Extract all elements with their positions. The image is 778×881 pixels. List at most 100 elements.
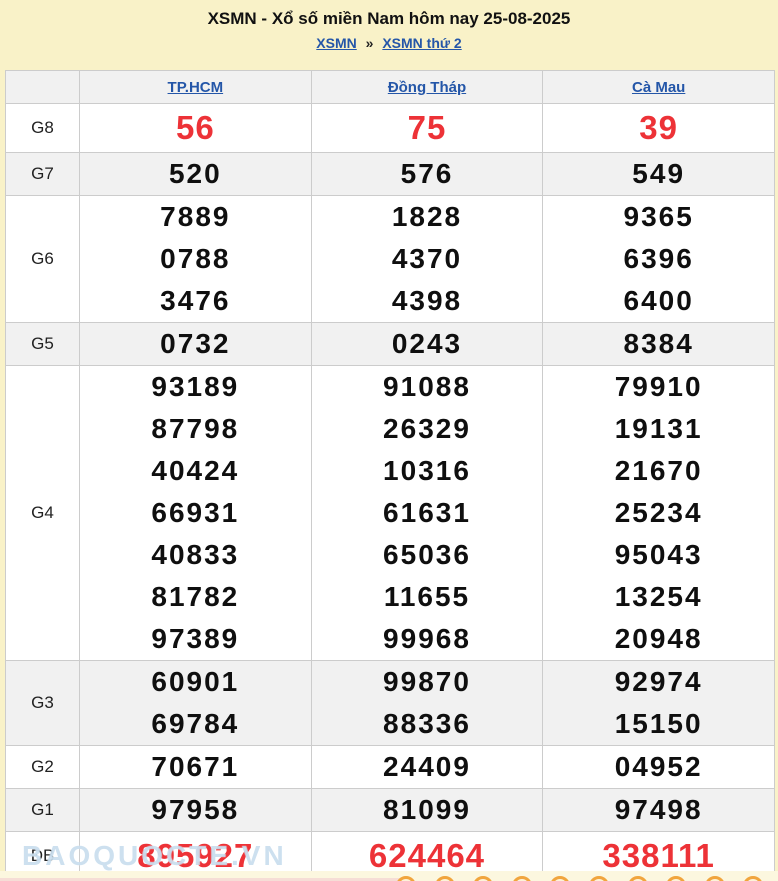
prize-value: 93189 bbox=[151, 371, 240, 402]
table-row: G1 97958 81099 97498 bbox=[5, 788, 775, 832]
table-row: G5 0732 0243 8384 bbox=[5, 322, 775, 366]
prize-cell: 0243 bbox=[310, 322, 544, 366]
prize-value: 10316 bbox=[383, 455, 471, 486]
prize-value: 6400 bbox=[623, 285, 694, 316]
prize-value: 13254 bbox=[614, 581, 703, 612]
table-row: G4 93189 87798 40424 66931 40833 81782 97389 910… bbox=[5, 365, 775, 661]
breadcrumb: XSMN » XSMN thứ 2 bbox=[0, 33, 778, 53]
header-empty-cell bbox=[5, 70, 80, 104]
prize-cell: 520 bbox=[79, 152, 312, 196]
lottery-results-table: TP.HCM Đồng Tháp Cà Mau G8 56 75 39 G7 520 576… bbox=[5, 70, 775, 881]
prize-value: 6396 bbox=[623, 243, 694, 274]
prize-value: 88336 bbox=[383, 708, 471, 739]
prize-cell: 1828 4370 4398 bbox=[310, 195, 544, 323]
prize-value: 1828 bbox=[391, 201, 463, 232]
prize-value: 40833 bbox=[151, 539, 240, 570]
prize-cell: 0732 bbox=[79, 322, 312, 366]
prize-cell: 92974 15150 bbox=[542, 660, 775, 746]
prize-value: 04952 bbox=[614, 751, 703, 782]
prize-value: 576 bbox=[400, 158, 454, 189]
lotto-ball-top-icon bbox=[396, 876, 416, 881]
prize-cell: 91088 26329 10316 61631 65036 11655 99968 bbox=[310, 365, 544, 661]
prize-label: G1 bbox=[5, 788, 80, 832]
prize-cell: 549 bbox=[542, 152, 775, 196]
prize-value: 81782 bbox=[151, 581, 240, 612]
prize-value: 549 bbox=[632, 158, 686, 189]
prize-value: 15150 bbox=[614, 708, 703, 739]
lotto-ball-top-icon bbox=[473, 876, 494, 881]
prize-value: 75 bbox=[407, 109, 447, 146]
prize-value: 99870 bbox=[383, 666, 471, 697]
prize-value: 0243 bbox=[391, 328, 463, 359]
header-col-dong-thap: Đồng Tháp bbox=[310, 70, 544, 104]
lotto-ball-top-icon bbox=[743, 876, 764, 881]
province-link-ca-mau[interactable]: Cà Mau bbox=[632, 79, 685, 96]
prize-value: 40424 bbox=[151, 455, 240, 486]
prize-value: 0732 bbox=[160, 328, 231, 359]
prize-cell: 9365 6396 6400 bbox=[542, 195, 775, 323]
prize-value: 60901 bbox=[151, 666, 240, 697]
lotto-ball-top-icon bbox=[589, 876, 609, 881]
prize-cell: 576 bbox=[310, 152, 544, 196]
prize-value: 11655 bbox=[383, 581, 471, 612]
lotto-ball-top-icon bbox=[627, 876, 648, 881]
prize-value: 95043 bbox=[614, 539, 703, 570]
province-link-tphcm[interactable]: TP.HCM bbox=[168, 79, 224, 96]
page-title: XSMN - Xổ số miền Nam hôm nay 25-08-2025 bbox=[207, 9, 571, 28]
prize-cell: 81099 bbox=[310, 788, 544, 832]
prize-cell: 75 bbox=[310, 103, 544, 153]
prize-value: 26329 bbox=[383, 413, 471, 444]
prize-value: 81099 bbox=[383, 794, 471, 825]
breadcrumb-link-xsmn[interactable]: XSMN bbox=[316, 35, 356, 51]
prize-value: 87798 bbox=[151, 413, 240, 444]
header-row: TP.HCM Đồng Tháp Cà Mau bbox=[5, 70, 775, 104]
prize-value: 20948 bbox=[614, 623, 703, 654]
table-row: G8 56 75 39 bbox=[5, 103, 775, 153]
prize-label: G7 bbox=[5, 152, 80, 196]
prize-value: 3476 bbox=[160, 285, 231, 316]
table-row: G6 7889 0788 3476 1828 4370 4398 9365 6396 6400 bbox=[5, 195, 775, 323]
breadcrumb-link-xsmn-thu-2[interactable]: XSMN thứ 2 bbox=[382, 35, 461, 51]
prize-value: 4370 bbox=[391, 243, 463, 274]
prize-value: 79910 bbox=[614, 371, 703, 402]
lotto-ball-top-icon bbox=[704, 876, 725, 881]
province-link-dong-thap[interactable]: Đồng Tháp bbox=[388, 79, 466, 96]
prize-value: 92974 bbox=[614, 666, 703, 697]
prize-value: 66931 bbox=[151, 497, 240, 528]
prize-value: 99968 bbox=[383, 623, 471, 654]
prize-cell: 79910 19131 21670 25234 95043 13254 20948 bbox=[542, 365, 775, 661]
table-row: G2 70671 24409 04952 bbox=[5, 745, 775, 789]
prize-value: 91088 bbox=[383, 371, 471, 402]
prize-label: G4 bbox=[5, 365, 80, 661]
header-col-ca-mau: Cà Mau bbox=[542, 70, 775, 104]
prize-cell: 7889 0788 3476 bbox=[79, 195, 312, 323]
prize-value: 69784 bbox=[151, 708, 240, 739]
prize-cell: 93189 87798 40424 66931 40833 81782 97389 bbox=[79, 365, 312, 661]
prize-cell: 70671 bbox=[79, 745, 312, 789]
prize-value: 19131 bbox=[614, 413, 703, 444]
bottom-strip bbox=[0, 871, 778, 881]
prize-label: G3 bbox=[5, 660, 80, 746]
prize-value: 7889 bbox=[160, 201, 231, 232]
header-col-tphcm: TP.HCM bbox=[79, 70, 312, 104]
prize-label: G8 bbox=[5, 103, 80, 153]
prize-value: 56 bbox=[175, 109, 215, 146]
prize-label: G2 bbox=[5, 745, 80, 789]
prize-value: 97389 bbox=[151, 623, 240, 654]
prize-cell: 97498 bbox=[542, 788, 775, 832]
prize-value: 97958 bbox=[151, 794, 240, 825]
prize-value: 8384 bbox=[623, 328, 694, 359]
prize-value: 61631 bbox=[383, 497, 471, 528]
lotto-ball-top-icon bbox=[666, 876, 687, 881]
prize-cell: 24409 bbox=[310, 745, 544, 789]
prize-cell: 39 bbox=[542, 103, 775, 153]
prize-value: 97498 bbox=[614, 794, 703, 825]
prize-value: 70671 bbox=[151, 751, 240, 782]
prize-cell: 04952 bbox=[542, 745, 775, 789]
prize-cell: 60901 69784 bbox=[79, 660, 312, 746]
prize-value: 0788 bbox=[160, 243, 231, 274]
table-row: G3 60901 69784 99870 88336 92974 15150 bbox=[5, 660, 775, 746]
prize-value: 65036 bbox=[383, 539, 471, 570]
prize-value: 21670 bbox=[614, 455, 703, 486]
lotto-ball-top-icon bbox=[434, 876, 455, 881]
